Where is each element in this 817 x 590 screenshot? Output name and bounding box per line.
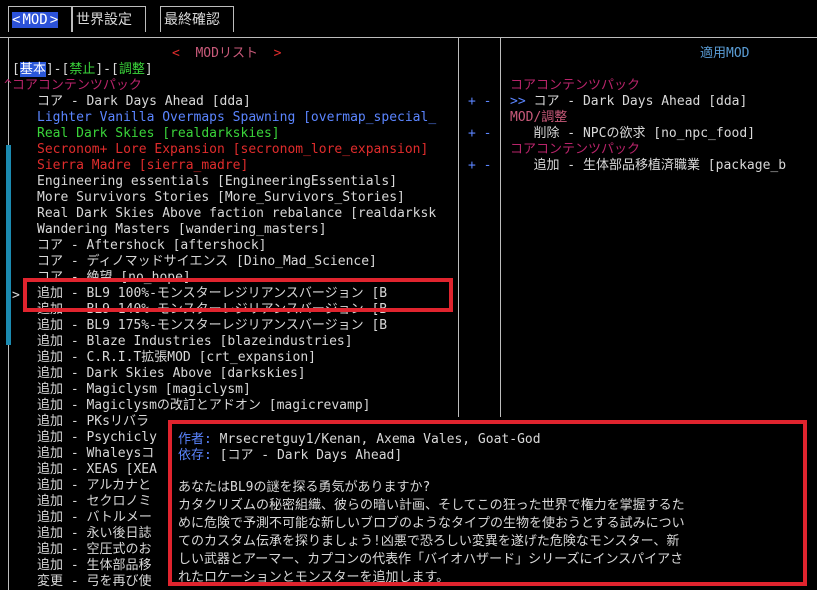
- mod-list-item[interactable]: 追加 - Psychicly: [37, 430, 157, 446]
- mod-list-item[interactable]: Sierra Madre [sierra_madre]: [37, 158, 248, 174]
- mod-list-item[interactable]: 追加 - C.R.I.T拡張MOD [crt_expansion]: [37, 350, 316, 366]
- filter-basic[interactable]: 基本: [19, 62, 46, 77]
- panel-divider: [458, 37, 459, 417]
- mod-list-item[interactable]: 追加 - PKsリバラ: [37, 414, 149, 430]
- mod-list-item[interactable]: 追加 - Magiclysmの改訂とアドオン [magicrevamp]: [37, 398, 371, 414]
- category-header: ^コアコンテンツパック: [4, 78, 142, 93]
- filter-banned[interactable]: 禁止: [69, 62, 95, 77]
- description-line: しい武器とアーマー、カプコンの代表作「バイオハザード」シリーズにインスパイアさ: [178, 552, 684, 567]
- mod-list-item[interactable]: Wandering Masters [wandering_masters]: [37, 222, 327, 238]
- filter-tabs: [基本]-[禁止]-[調整]: [12, 62, 153, 77]
- description-line: あなたはBL9の謎を探る勇気がありますか?: [178, 480, 431, 495]
- top-border: [0, 37, 817, 38]
- mod-list-item[interactable]: 追加 - Blaze Industries [blazeindustries]: [37, 334, 353, 350]
- mod-list-item[interactable]: 追加 - Dark Skies Above [darkskies]: [37, 366, 306, 382]
- minus-button[interactable]: -: [484, 158, 492, 173]
- mod-list-item[interactable]: 追加 - XEAS [XEA: [37, 462, 157, 478]
- active-mod-item[interactable]: 追加 - 生体部品移植済職業 [package_b: [510, 158, 786, 174]
- active-category-header: コアコンテンツパック: [510, 78, 641, 93]
- mod-list-item[interactable]: Real Dark Skies [realdarkskies]: [37, 126, 280, 142]
- mod-list-item[interactable]: 追加 - Magiclysm [magiclysm]: [37, 382, 251, 398]
- mod-list-next-arrow[interactable]: >: [274, 46, 282, 61]
- move-buttons[interactable]: + -: [468, 94, 491, 110]
- mod-list-item[interactable]: Lighter Vanilla Overmaps Spawning [overm…: [37, 110, 436, 126]
- minus-button[interactable]: -: [484, 94, 492, 109]
- mod-list-item[interactable]: Secronom+ Lore Expansion [secronom_lore_…: [37, 142, 428, 158]
- active-category-header: コアコンテンツパック: [510, 142, 641, 157]
- mod-list-item[interactable]: 追加 - 空圧式のお: [37, 542, 151, 558]
- plus-button[interactable]: +: [468, 126, 476, 141]
- mod-list-item[interactable]: コア - ディノマッドサイエンス [Dino_Mad_Science]: [37, 254, 377, 270]
- mod-list-item[interactable]: 追加 - バトルメー: [37, 510, 152, 526]
- description-line: れたロケーションとモンスターを追加します。: [178, 570, 450, 585]
- plus-button[interactable]: +: [468, 158, 476, 173]
- mod-list-item[interactable]: 追加 - 永い後日誌: [37, 526, 151, 542]
- tab-final-confirm[interactable]: 最終確認: [160, 6, 234, 32]
- author-line: 作者: Mrsecretguy1/Kenan, Axema Vales, Goa…: [178, 432, 541, 448]
- mod-list-item[interactable]: 追加 - アルカナと: [37, 478, 151, 494]
- mod-list-prev-arrow[interactable]: <: [172, 46, 180, 61]
- cursor-icon: >: [12, 288, 20, 303]
- mod-list-item[interactable]: Real Dark Skies Above faction rebalance …: [37, 206, 436, 222]
- active-mod-item[interactable]: >> コア - Dark Days Ahead [dda]: [510, 94, 747, 110]
- tab-next-arrow[interactable]: >: [49, 12, 59, 28]
- mod-list-item[interactable]: 追加 - BL9 175%-モンスターレジリアンスバージョン [B: [37, 318, 387, 334]
- description-line: てのカスタム伝承を探りましょう!凶悪で恐ろしい変異を遂げた危険なモンスター、新: [178, 534, 680, 549]
- deps-line: 依存: [コア - Dark Days Ahead]: [178, 448, 402, 464]
- tab-bar: < MOD > 世界設定 最終確認: [0, 0, 817, 36]
- move-buttons[interactable]: + -: [468, 158, 491, 174]
- mod-list-item[interactable]: Engineering essentials [EngineeringEssen…: [37, 174, 397, 190]
- mod-list-item[interactable]: 追加 - セクロノミ: [37, 494, 151, 510]
- panel-divider-right: [500, 37, 501, 417]
- mod-list-title: < MODリスト >: [172, 46, 281, 62]
- mod-list-item[interactable]: 変更 - 弓を再び使: [37, 574, 151, 590]
- mod-list-item[interactable]: More Survivors Stories [More_Survivors_S…: [37, 190, 405, 206]
- tab-world-settings-label: 世界設定: [76, 12, 132, 28]
- tab-world-settings[interactable]: 世界設定: [72, 6, 146, 32]
- mod-list-scrollbar[interactable]: [6, 145, 11, 345]
- active-category-header: MOD/調整: [510, 110, 568, 125]
- deps-value: [コア - Dark Days Ahead]: [211, 448, 403, 463]
- mod-list-item[interactable]: コア - Aftershock [aftershock]: [37, 238, 267, 254]
- author-value: Mrsecretguy1/Kenan, Axema Vales, Goat-Go…: [211, 432, 541, 447]
- plus-button[interactable]: +: [468, 94, 476, 109]
- tab-final-confirm-label: 最終確認: [164, 12, 220, 28]
- tab-mod[interactable]: < MOD >: [8, 6, 72, 32]
- mod-list-item[interactable]: 追加 - 生体部品移: [37, 558, 151, 574]
- mod-list-title-text: MODリスト: [195, 46, 258, 61]
- highlight-box: [23, 278, 453, 312]
- active-mods-title: 適用MOD: [700, 46, 750, 61]
- description-line: カタクリズムの秘密組織、彼らの暗い計画、そしてこの狂った世界で権力を掌握するた: [178, 498, 685, 513]
- tab-mod-label: MOD: [20, 12, 50, 28]
- deps-label: 依存:: [178, 448, 212, 463]
- filter-tweak[interactable]: 調整: [119, 62, 145, 77]
- mod-list-item[interactable]: コア - Dark Days Ahead [dda]: [37, 94, 251, 110]
- description-line: めに危険で予測不可能な新しいブロブのようなタイプの生物を使おうとする試みについ: [178, 516, 685, 531]
- mod-list-item[interactable]: 追加 - Whaleysコ: [37, 446, 154, 462]
- move-buttons[interactable]: + -: [468, 126, 491, 142]
- active-mod-item[interactable]: 削除 - NPCの欲求 [no_npc_food]: [510, 126, 755, 142]
- minus-button[interactable]: -: [484, 126, 492, 141]
- author-label: 作者:: [178, 432, 212, 447]
- mod-info-popup: 作者: Mrsecretguy1/Kenan, Axema Vales, Goa…: [168, 420, 807, 586]
- selection-cursor-icon: >>: [510, 94, 534, 109]
